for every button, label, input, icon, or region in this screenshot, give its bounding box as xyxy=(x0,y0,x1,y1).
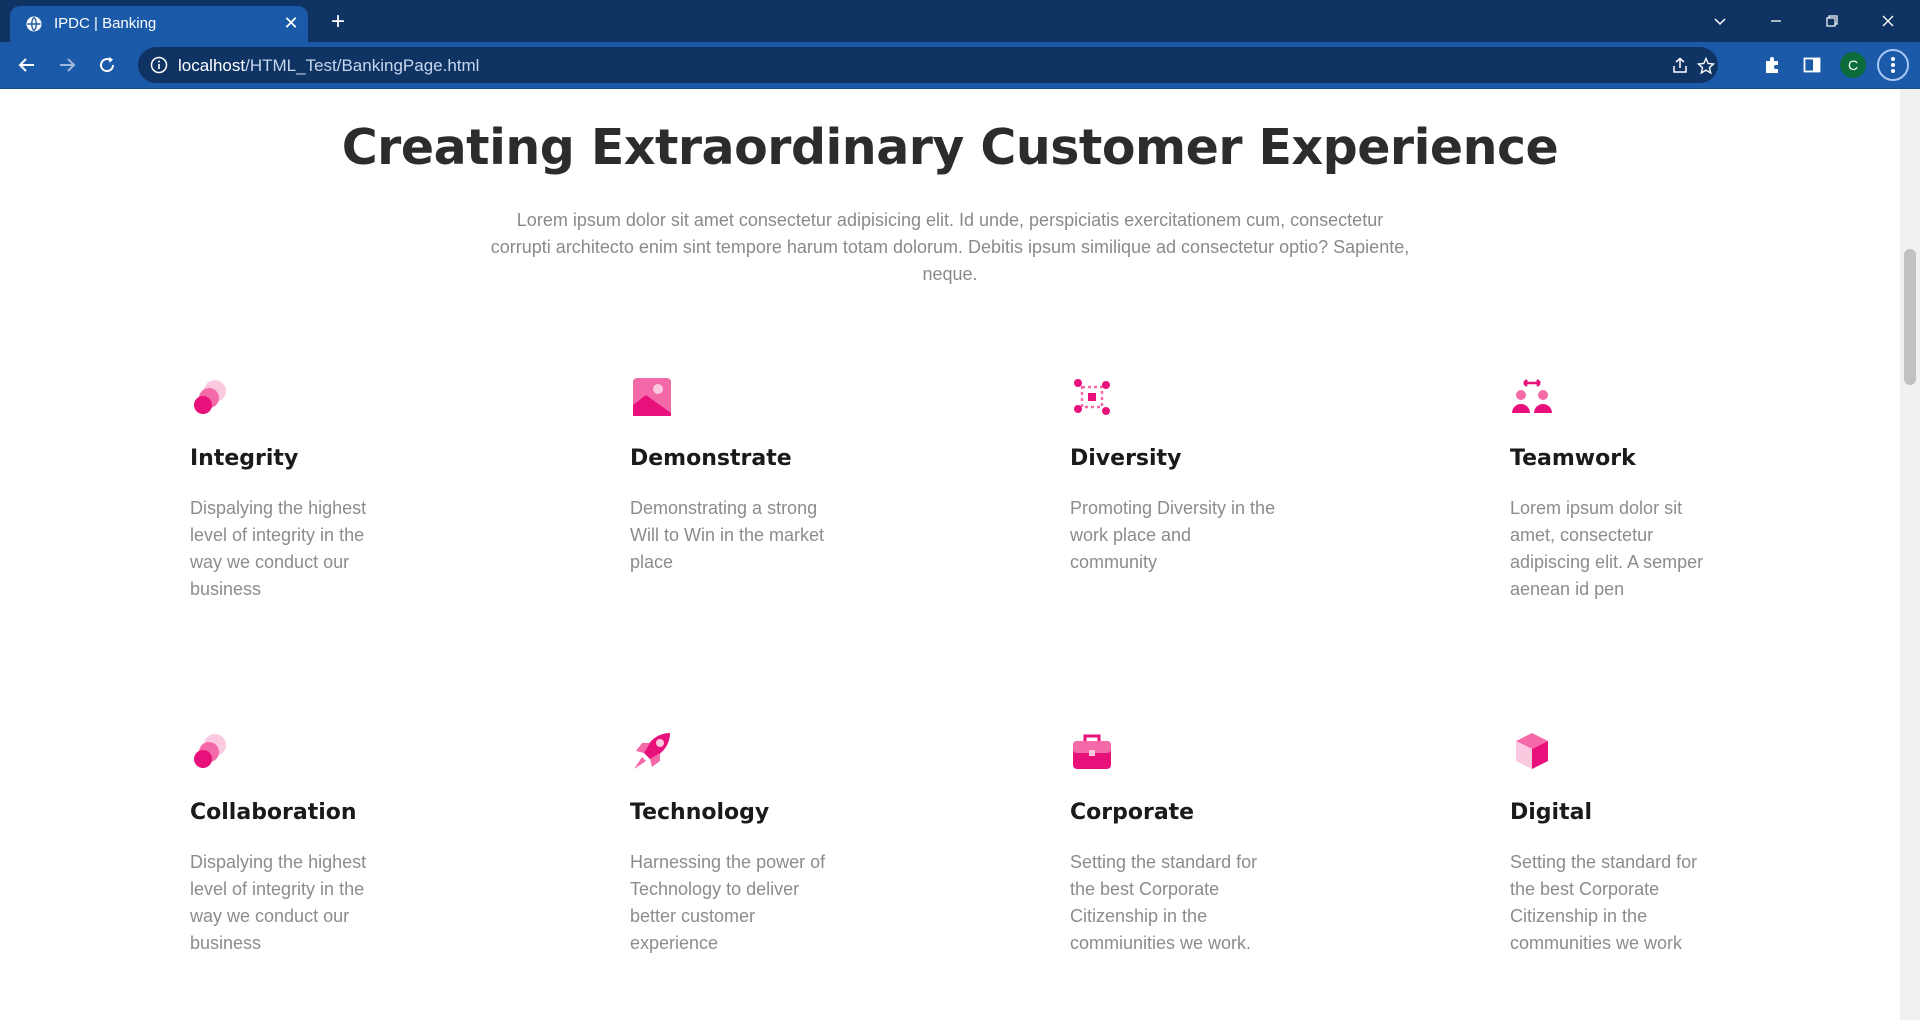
card-text: Setting the standard for the best Corpor… xyxy=(1070,852,1258,953)
card-title: Integrity xyxy=(190,446,299,471)
card-diversity: Diversity Promoting Diversity in the wor… xyxy=(1070,375,1370,576)
side-panel-button[interactable] xyxy=(1799,52,1825,78)
restore-icon xyxy=(1826,15,1838,27)
page-scrollbar[interactable] xyxy=(1900,89,1920,1020)
card-collaboration: Collaboration Dispalying the highest lev… xyxy=(190,729,490,957)
dots-icon xyxy=(194,380,226,414)
profile-avatar[interactable]: C xyxy=(1840,52,1866,78)
cube-icon xyxy=(1516,733,1548,769)
minimize-button[interactable] xyxy=(1748,0,1804,42)
share-icon xyxy=(1673,57,1687,73)
card-title: Diversity xyxy=(1070,446,1182,471)
browser-tab[interactable]: IPDC | Banking ✕ xyxy=(10,6,308,42)
page-heading: Creating Extraordinary Customer Experien… xyxy=(341,119,1559,176)
network-icon xyxy=(1074,379,1110,415)
browser-menu-button[interactable] xyxy=(1877,49,1909,81)
scrollbar-thumb[interactable] xyxy=(1904,249,1916,385)
side-panel-icon xyxy=(1803,57,1821,73)
more-vertical-icon xyxy=(1891,57,1895,73)
dots-icon xyxy=(194,734,226,768)
card-title: Technology xyxy=(630,800,770,825)
card-technology: Technology Harnessing the power of Techn… xyxy=(630,729,930,957)
url-host: localhost xyxy=(178,56,246,75)
card-text: Harnessing the power of Technology to de… xyxy=(630,852,826,953)
close-icon xyxy=(1882,15,1894,27)
close-tab-icon[interactable]: ✕ xyxy=(280,12,302,34)
card-title: Corporate xyxy=(1070,800,1195,825)
browser-tab-bar: IPDC | Banking ✕ + xyxy=(0,0,1920,42)
card-text: Promoting Diversity in the work place an… xyxy=(1070,498,1276,572)
arrow-right-icon xyxy=(60,58,76,72)
new-tab-button[interactable]: + xyxy=(324,8,352,36)
card-title: Digital xyxy=(1510,800,1592,825)
card-title: Teamwork xyxy=(1510,446,1636,471)
url-text: localhost/HTML_Test/BankingPage.html xyxy=(178,56,479,76)
briefcase-icon xyxy=(1073,734,1111,769)
card-teamwork: Teamwork Lorem ipsum dolor sit amet, con… xyxy=(1510,375,1810,603)
card-text: Setting the standard for the best Corpor… xyxy=(1510,852,1698,953)
info-icon xyxy=(150,56,168,74)
star-icon xyxy=(1697,57,1715,75)
card-demonstrate: Demonstrate Demonstrating a strong Will … xyxy=(630,375,930,576)
globe-icon xyxy=(26,16,42,32)
extensions-button[interactable] xyxy=(1759,52,1785,78)
arrow-left-icon xyxy=(18,58,34,72)
tab-search-button[interactable] xyxy=(1692,0,1748,42)
chevron-down-icon xyxy=(1714,18,1726,26)
page-content: Creating Extraordinary Customer Experien… xyxy=(0,89,1900,1020)
bookmark-button[interactable] xyxy=(1695,55,1717,77)
card-text: Demonstrating a strong Will to Win in th… xyxy=(630,498,825,572)
intro-paragraph: Lorem ipsum dolor sit amet consectetur a… xyxy=(490,210,1410,284)
url-path: /HTML_Test/BankingPage.html xyxy=(245,56,480,75)
reload-icon xyxy=(100,57,115,73)
back-button[interactable] xyxy=(12,50,42,80)
browser-toolbar: localhost/HTML_Test/BankingPage.html C xyxy=(0,42,1920,89)
card-digital: Digital Setting the standard for the bes… xyxy=(1510,729,1810,957)
teamwork-icon xyxy=(1512,379,1552,413)
restore-button[interactable] xyxy=(1804,0,1860,42)
card-text: Lorem ipsum dolor sit amet, consectetur … xyxy=(1510,498,1704,599)
share-button[interactable] xyxy=(1669,55,1691,77)
close-window-button[interactable] xyxy=(1860,0,1916,42)
rocket-icon xyxy=(634,733,670,769)
tab-title: IPDC | Banking xyxy=(54,15,157,32)
reload-button[interactable] xyxy=(92,50,122,80)
forward-button[interactable] xyxy=(52,50,82,80)
card-title: Demonstrate xyxy=(630,446,792,471)
card-text: Dispalying the highest level of integrit… xyxy=(190,852,367,953)
card-title: Collaboration xyxy=(190,800,357,825)
card-text: Dispalying the highest level of integrit… xyxy=(190,498,367,599)
card-integrity: Integrity Dispalying the highest level o… xyxy=(190,375,490,603)
image-icon xyxy=(633,378,671,416)
puzzle-icon xyxy=(1766,57,1778,73)
minimize-icon xyxy=(1771,20,1781,22)
card-corporate: Corporate Setting the standard for the b… xyxy=(1070,729,1370,957)
address-bar[interactable]: localhost/HTML_Test/BankingPage.html xyxy=(138,47,1718,83)
